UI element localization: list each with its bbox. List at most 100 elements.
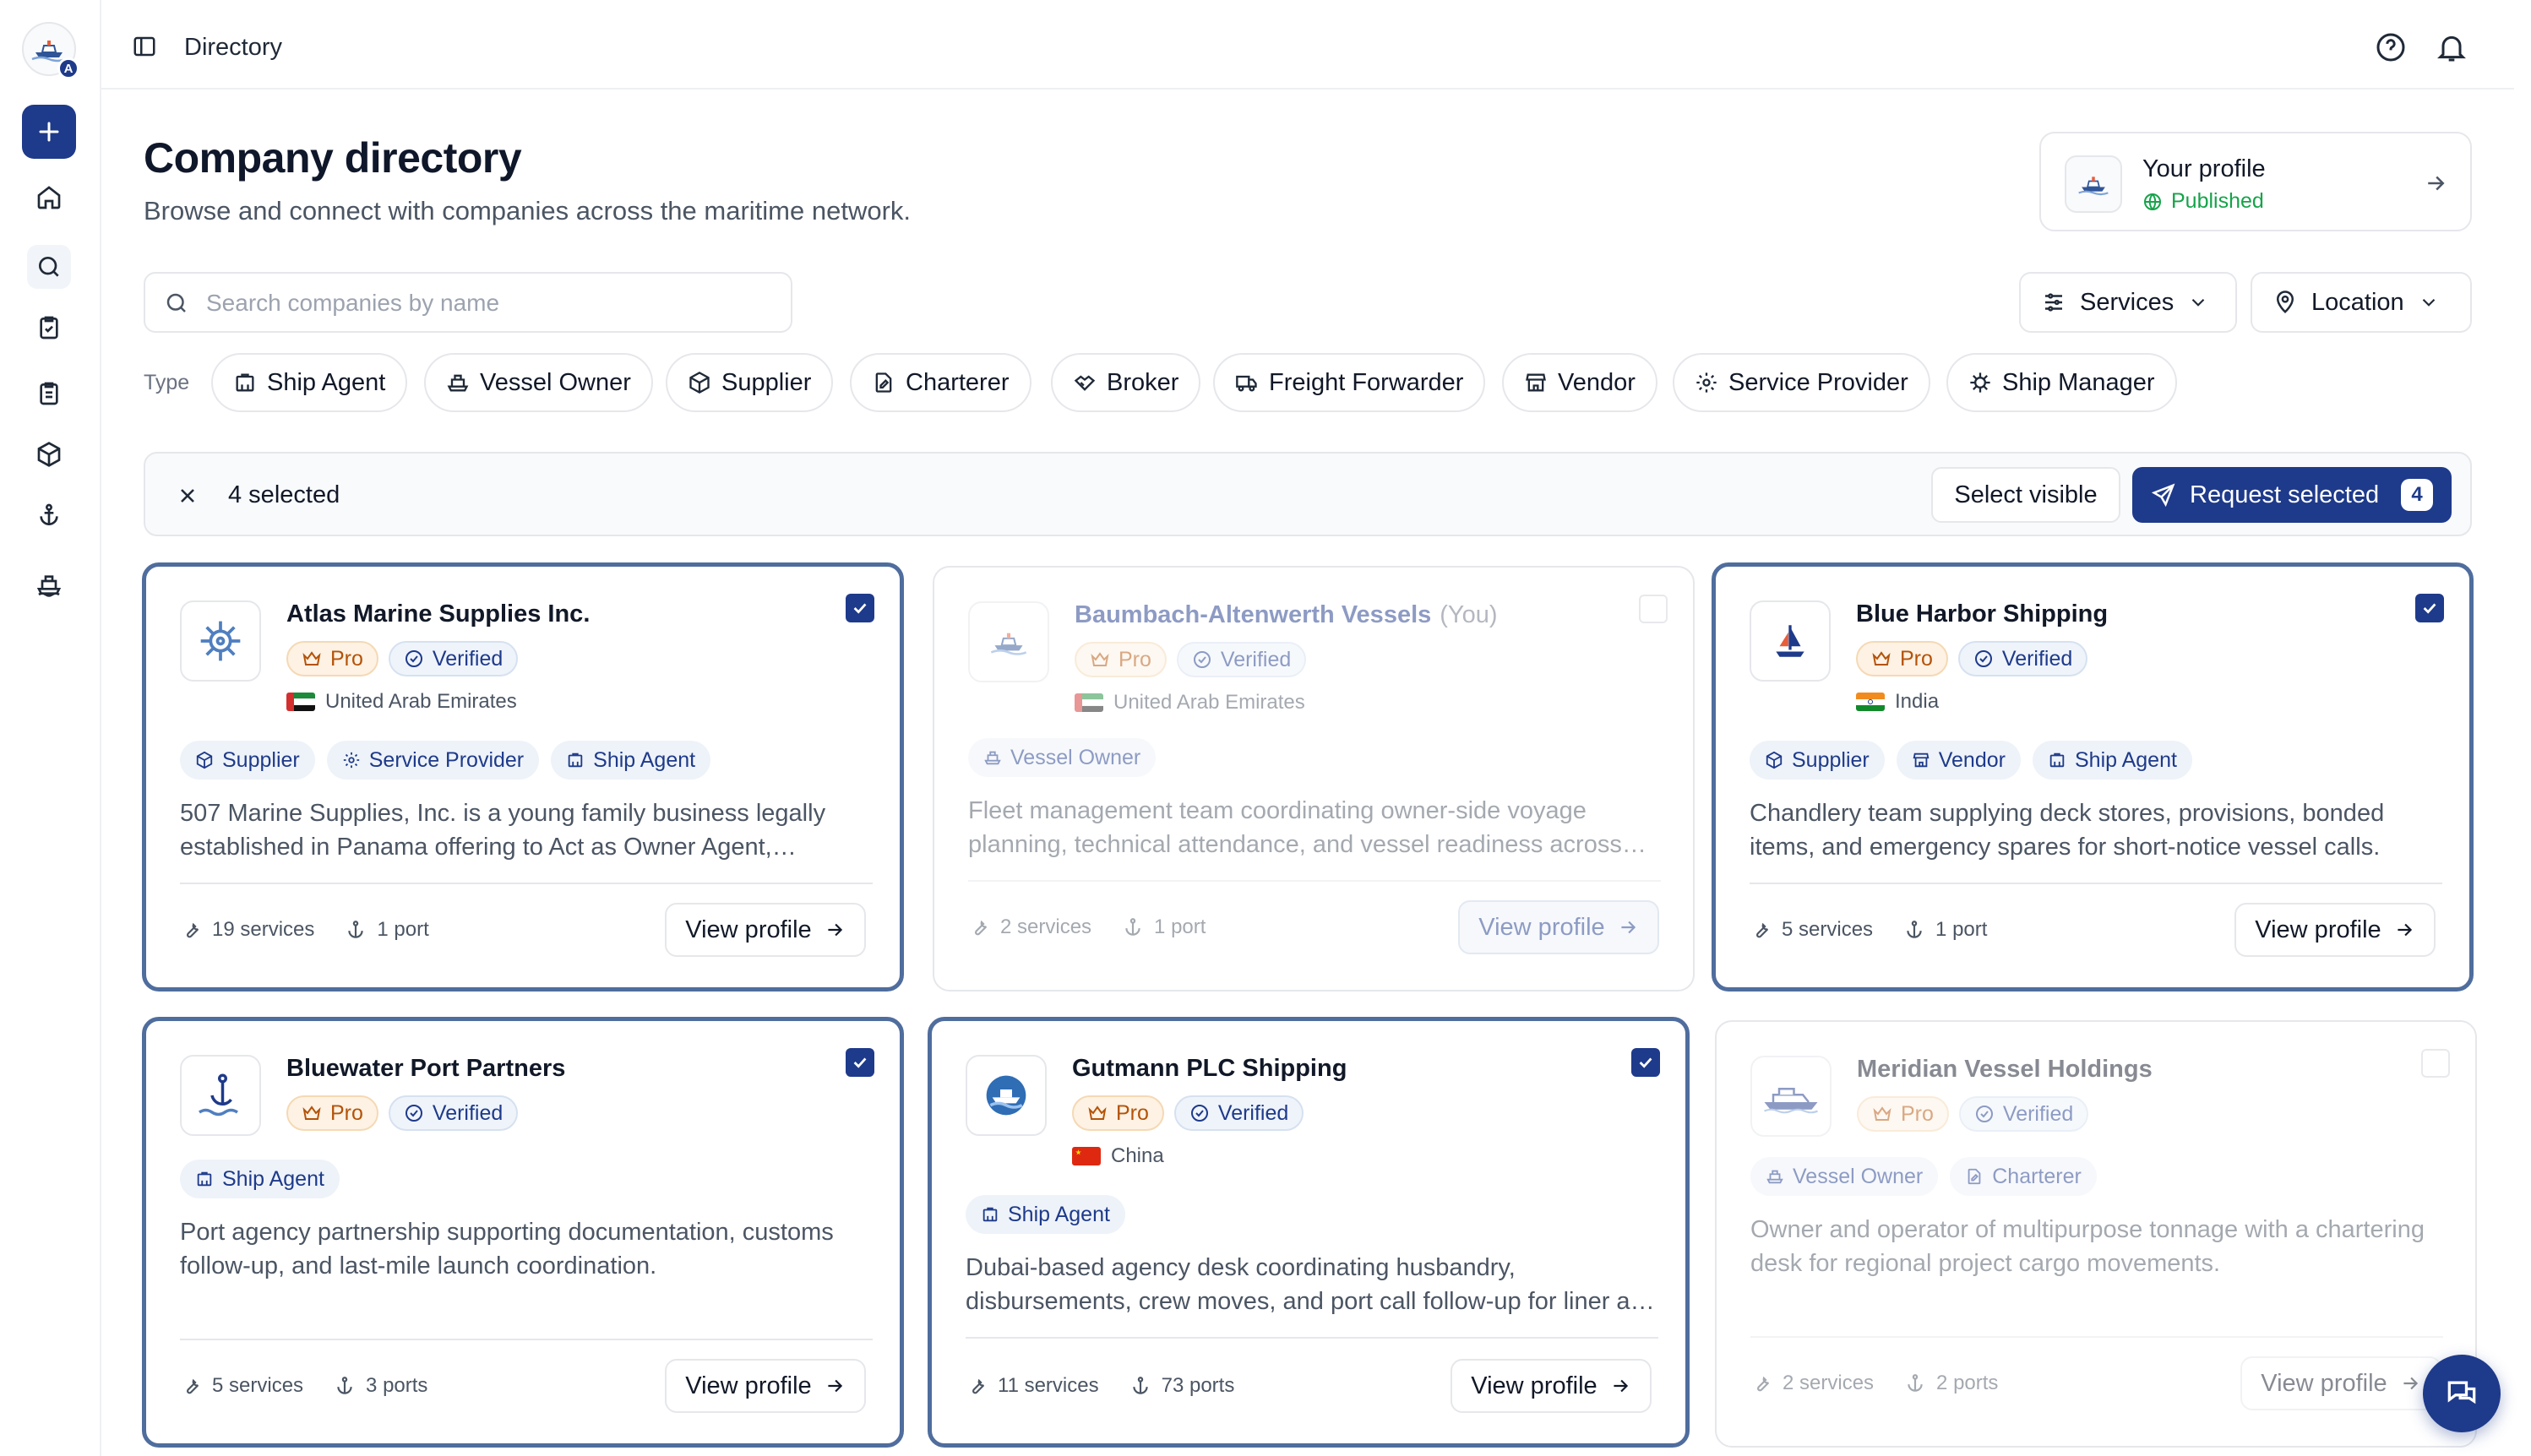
company-card[interactable]: Atlas Marine Supplies Inc. Pro Verified … xyxy=(142,562,904,991)
services-count: 5 services xyxy=(1782,918,1874,941)
tag-ship-agent: Ship Agent xyxy=(966,1195,1125,1234)
chevron-down-icon xyxy=(2422,298,2435,307)
type-chip-service-provider[interactable]: Service Provider xyxy=(1673,353,1930,412)
arrow-right-icon xyxy=(1614,1379,1628,1393)
type-chip-ship-manager[interactable]: Ship Manager xyxy=(1946,353,2177,412)
type-chip-charterer[interactable]: Charterer xyxy=(850,353,1031,412)
type-chip-vendor[interactable]: Vendor xyxy=(1502,353,1657,412)
nav-orders[interactable] xyxy=(27,372,71,416)
card-divider xyxy=(180,1339,873,1340)
select-checkbox[interactable] xyxy=(2415,594,2444,622)
sailboat-icon xyxy=(1776,625,1804,657)
help-icon xyxy=(2376,33,2405,62)
company-country: United Arab Emirates xyxy=(286,690,517,714)
arrow-right-icon xyxy=(2403,1377,2418,1390)
select-visible-button[interactable]: Select visible xyxy=(1931,467,2120,523)
nav-products[interactable] xyxy=(27,432,71,476)
select-checkbox[interactable] xyxy=(846,594,874,622)
clear-selection-button[interactable] xyxy=(176,484,199,508)
profile-status-text: Published xyxy=(2171,189,2264,213)
company-name: Blue Harbor Shipping xyxy=(1856,600,2109,627)
nav-home[interactable] xyxy=(27,176,71,220)
view-profile-button[interactable]: View profile xyxy=(2234,903,2436,957)
wrench-icon xyxy=(975,920,988,936)
company-name: Bluewater Port Partners xyxy=(286,1055,566,1082)
select-checkbox[interactable] xyxy=(2421,1049,2450,1078)
services-filter[interactable]: Services xyxy=(2019,272,2237,333)
anchor-icon xyxy=(1132,1377,1148,1394)
check-icon xyxy=(853,603,867,614)
view-profile-button[interactable]: View profile xyxy=(665,903,866,957)
anchor-icon xyxy=(348,921,364,938)
type-chip-freight-forwarder[interactable]: Freight Forwarder xyxy=(1213,353,1486,412)
company-card[interactable]: Blue Harbor Shipping Pro Verified India … xyxy=(1712,562,2474,991)
nav-ports[interactable] xyxy=(27,493,71,537)
view-profile-button[interactable]: View profile xyxy=(665,1359,866,1413)
wrench-icon xyxy=(187,1378,199,1394)
tag-vessel-owner: Vessel Owner xyxy=(968,738,1157,777)
page-title: Company directory xyxy=(144,134,522,182)
truck-icon xyxy=(1236,375,1257,392)
app-logo[interactable]: A xyxy=(22,22,79,79)
package-icon xyxy=(196,751,213,769)
nav-directory[interactable] xyxy=(27,245,71,289)
pro-badge: Pro xyxy=(286,1095,378,1131)
uae-flag-icon xyxy=(1075,693,1103,712)
company-description: Owner and operator of multipurpose tonna… xyxy=(1750,1216,2425,1277)
gear-icon xyxy=(343,752,359,769)
verified-icon xyxy=(405,1105,422,1122)
type-label: Type xyxy=(144,371,190,394)
verified-icon xyxy=(1190,1105,1208,1122)
tag-ship-agent: Ship Agent xyxy=(2032,741,2192,780)
view-profile-button[interactable]: View profile xyxy=(2240,1356,2441,1410)
company-name: Atlas Marine Supplies Inc. xyxy=(286,600,591,627)
type-chip-vessel-owner[interactable]: Vessel Owner xyxy=(424,353,653,412)
verified-badge: Verified xyxy=(1173,1095,1304,1131)
card-meta: 2 services 2 ports xyxy=(1750,1372,1998,1395)
type-chip-label: Broker xyxy=(1107,368,1179,396)
company-description: Port agency partnership supporting docum… xyxy=(180,1219,834,1279)
search-icon xyxy=(164,291,189,316)
type-chip-broker[interactable]: Broker xyxy=(1051,353,1201,412)
select-checkbox[interactable] xyxy=(1639,595,1668,623)
breadcrumb: Directory xyxy=(184,34,283,61)
nav-vessels[interactable] xyxy=(27,562,71,606)
location-filter[interactable]: Location xyxy=(2251,272,2472,333)
ports-count: 1 port xyxy=(377,918,429,941)
type-chip-supplier[interactable]: Supplier xyxy=(666,353,834,412)
card-divider xyxy=(1750,1336,2443,1338)
notifications-button[interactable] xyxy=(2435,30,2468,64)
company-card[interactable]: Bluewater Port Partners Pro Verified Shi… xyxy=(142,1017,904,1448)
ship-icon xyxy=(447,374,469,392)
search-input[interactable] xyxy=(206,285,764,321)
services-count: 2 services xyxy=(1783,1372,1875,1394)
request-selected-button[interactable]: Request selected 4 xyxy=(2132,467,2452,523)
sidebar-toggle-button[interactable] xyxy=(132,34,157,59)
select-checkbox[interactable] xyxy=(1631,1048,1660,1077)
tag-ship-agent: Ship Agent xyxy=(180,1160,340,1198)
package-icon xyxy=(1766,751,1783,769)
pro-badge: Pro xyxy=(1857,1096,1949,1132)
type-chip-label: Charterer xyxy=(906,368,1010,396)
store-icon xyxy=(1526,373,1546,392)
location-filter-label: Location xyxy=(2311,288,2404,316)
company-card[interactable]: Baumbach-Altenwerth Vessels (You) Pro Ver… xyxy=(933,566,1695,991)
select-checkbox[interactable] xyxy=(846,1048,874,1077)
new-button[interactable] xyxy=(22,105,76,159)
nav-tasks[interactable] xyxy=(27,306,71,350)
help-button[interactable] xyxy=(2374,30,2408,64)
your-profile-card[interactable]: Your profile Published xyxy=(2039,132,2472,231)
services-count: 19 services xyxy=(212,918,315,941)
wrench-icon xyxy=(1757,1376,1770,1392)
company-card[interactable]: Gutmann PLC Shipping Pro Verified China … xyxy=(928,1017,1690,1448)
type-chip-ship-agent[interactable]: Ship Agent xyxy=(211,353,408,412)
view-profile-button[interactable]: View profile xyxy=(1458,900,1659,954)
crown-icon xyxy=(1873,1106,1891,1121)
crown-icon xyxy=(1091,652,1109,666)
chat-button[interactable] xyxy=(2423,1355,2501,1432)
view-profile-button[interactable]: View profile xyxy=(1451,1359,1652,1413)
company-card[interactable]: Meridian Vessel Holdings Pro Verified Ve… xyxy=(1715,1020,2477,1448)
building-icon xyxy=(236,373,254,392)
check-icon xyxy=(2423,603,2436,614)
company-logo xyxy=(1750,600,1831,682)
